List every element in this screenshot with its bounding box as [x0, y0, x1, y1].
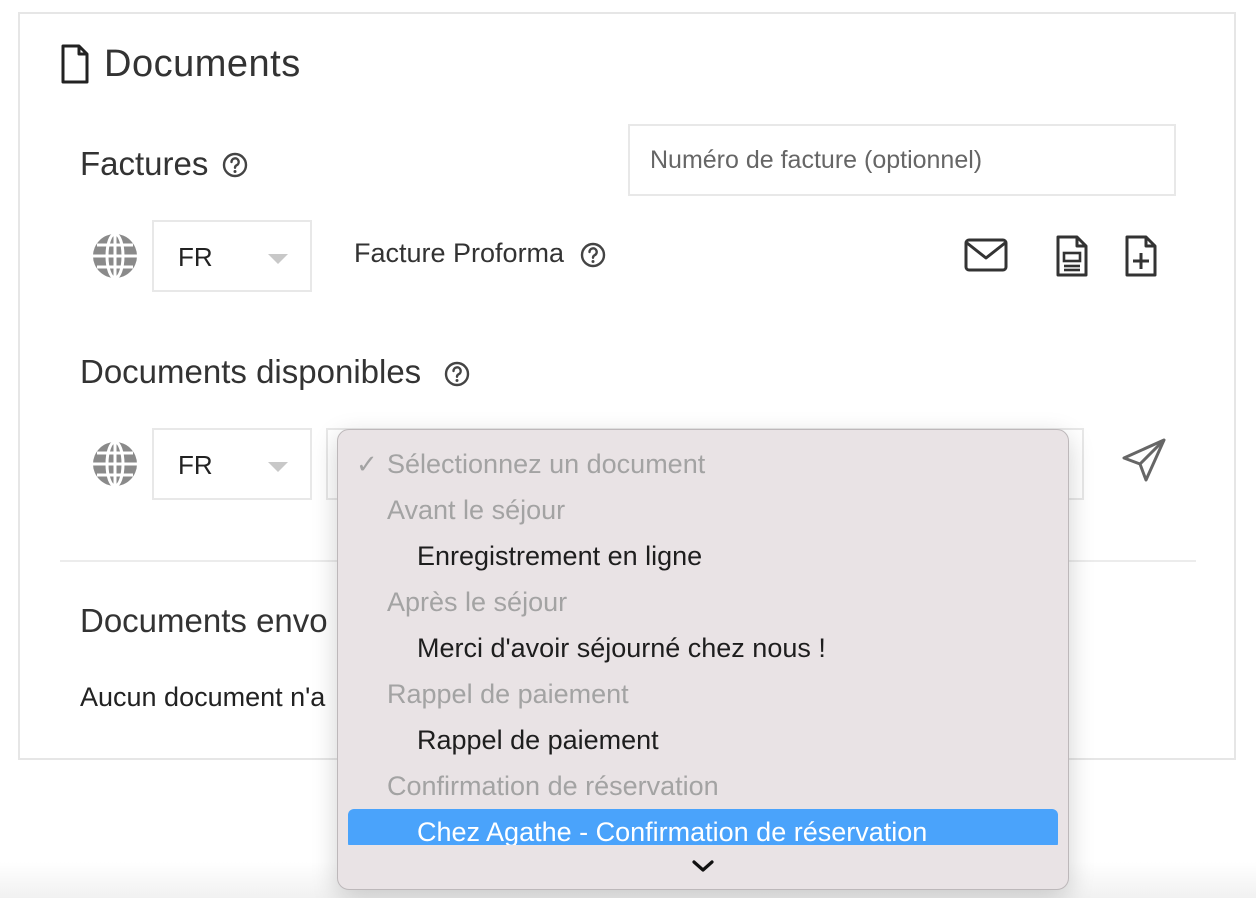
- invoice-language-value: FR: [178, 242, 213, 272]
- pdf-document-icon[interactable]: [1055, 235, 1089, 277]
- dropdown-group-header: Avant le séjour: [387, 495, 566, 525]
- checkmark-icon: ✓: [356, 449, 378, 479]
- help-icon[interactable]: [580, 242, 606, 268]
- dropdown-options-viewport: ✓ Sélectionnez un document Avant le séjo…: [338, 430, 1068, 845]
- file-icon: [61, 44, 89, 84]
- paper-plane-send-icon[interactable]: [1120, 436, 1168, 484]
- placeholder-label: Sélectionnez un document: [387, 449, 706, 479]
- globe-icon: [93, 441, 137, 487]
- dropdown-option[interactable]: Enregistrement en ligne: [338, 536, 1068, 576]
- dropdown-group-header: Confirmation de réservation: [387, 771, 719, 801]
- dropdown-option-placeholder[interactable]: ✓ Sélectionnez un document: [338, 444, 1068, 484]
- invoice-language-select[interactable]: FR: [152, 220, 312, 292]
- globe-icon: [93, 233, 137, 279]
- dropdown-option[interactable]: Rappel de paiement: [338, 720, 1068, 760]
- add-document-icon[interactable]: [1124, 235, 1158, 277]
- dropdown-option-highlighted[interactable]: Chez Agathe - Confirmation de réservatio…: [338, 812, 1068, 845]
- dropdown-option[interactable]: Merci d'avoir séjourné chez nous !: [338, 628, 1068, 668]
- dropdown-group-header: Après le séjour: [387, 587, 568, 617]
- sent-documents-title: Documents envo: [80, 602, 328, 639]
- page-title: Documents: [104, 43, 301, 85]
- invoice-number-input[interactable]: [628, 124, 1176, 196]
- help-icon[interactable]: [444, 361, 470, 387]
- invoices-title: Factures: [80, 145, 209, 182]
- available-documents-title: Documents disponibles: [80, 353, 422, 390]
- available-documents-language-value: FR: [178, 450, 213, 480]
- dropdown-group-header: Rappel de paiement: [387, 679, 629, 709]
- caret-down-icon: [268, 254, 288, 264]
- caret-down-icon: [268, 462, 288, 472]
- scroll-down-chevron-icon[interactable]: [689, 856, 717, 876]
- document-select-dropdown[interactable]: ✓ Sélectionnez un document Avant le séjo…: [337, 429, 1069, 890]
- help-icon[interactable]: [222, 152, 248, 178]
- available-documents-language-select[interactable]: FR: [152, 428, 312, 500]
- proforma-invoice-label: Facture Proforma: [354, 238, 565, 268]
- no-documents-message: Aucun document n'a: [80, 682, 326, 712]
- email-icon[interactable]: [964, 238, 1008, 272]
